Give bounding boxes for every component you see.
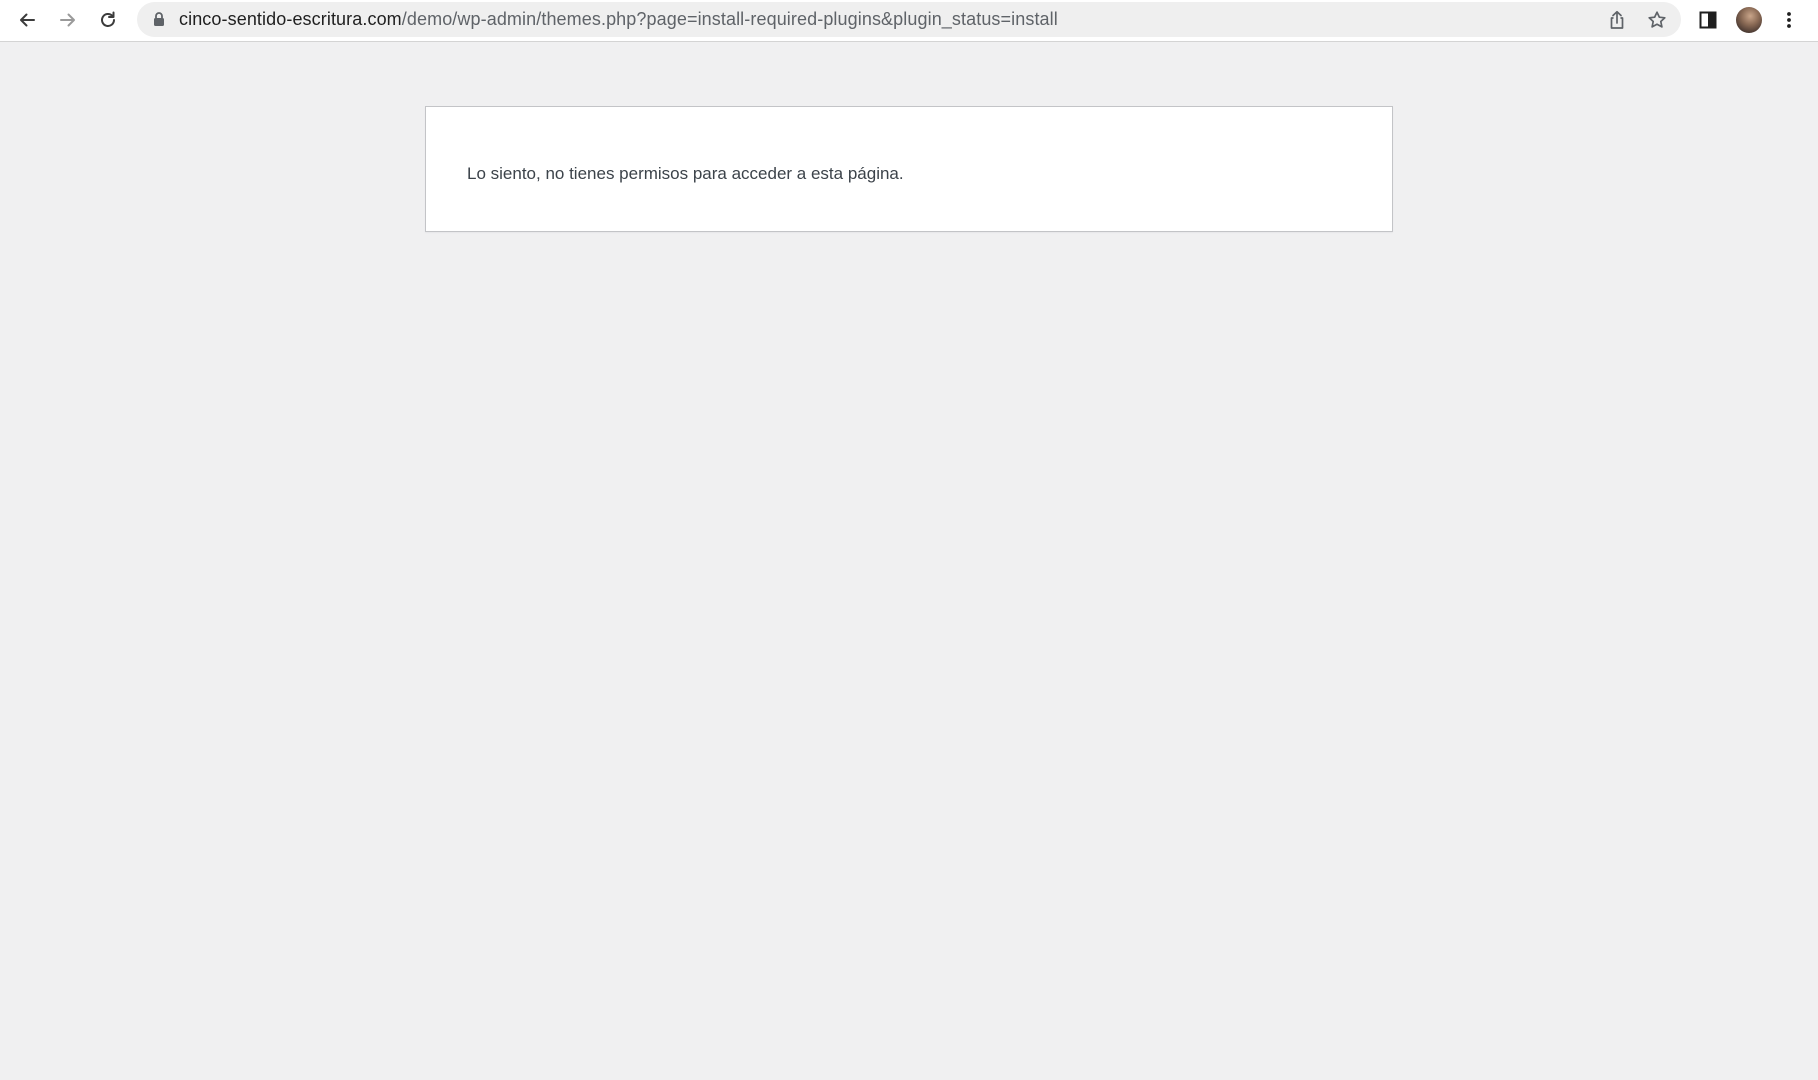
browser-toolbar: cinco-sentido-escritura.com/demo/wp-admi… (0, 0, 1818, 42)
side-panel-button[interactable] (1692, 4, 1724, 36)
forward-button[interactable] (51, 3, 85, 37)
arrow-left-icon (20, 13, 35, 27)
arrow-right-icon (60, 13, 75, 27)
browser-menu-button[interactable] (1773, 4, 1805, 36)
avatar (1736, 7, 1762, 33)
share-button[interactable] (1605, 8, 1629, 32)
star-icon (1648, 11, 1666, 28)
share-icon (1610, 10, 1624, 29)
url-path: /demo/wp-admin/themes.php?page=install-r… (401, 9, 1058, 29)
side-panel-icon (1699, 11, 1717, 29)
reload-icon (101, 11, 115, 27)
page-content: Lo siento, no tienes permisos para acced… (0, 42, 1818, 1080)
error-message-box: Lo siento, no tienes permisos para acced… (425, 106, 1393, 232)
url-text[interactable]: cinco-sentido-escritura.com/demo/wp-admi… (179, 2, 1058, 37)
bookmark-button[interactable] (1645, 8, 1669, 32)
reload-button[interactable] (91, 3, 125, 37)
url-host: cinco-sentido-escritura.com (179, 9, 402, 29)
kebab-menu-icon (1787, 12, 1791, 28)
lock-icon[interactable] (151, 11, 167, 27)
permission-error-message: Lo siento, no tienes permisos para acced… (467, 164, 904, 183)
profile-button[interactable] (1733, 4, 1765, 36)
address-bar[interactable]: cinco-sentido-escritura.com/demo/wp-admi… (137, 2, 1681, 37)
back-button[interactable] (10, 3, 44, 37)
